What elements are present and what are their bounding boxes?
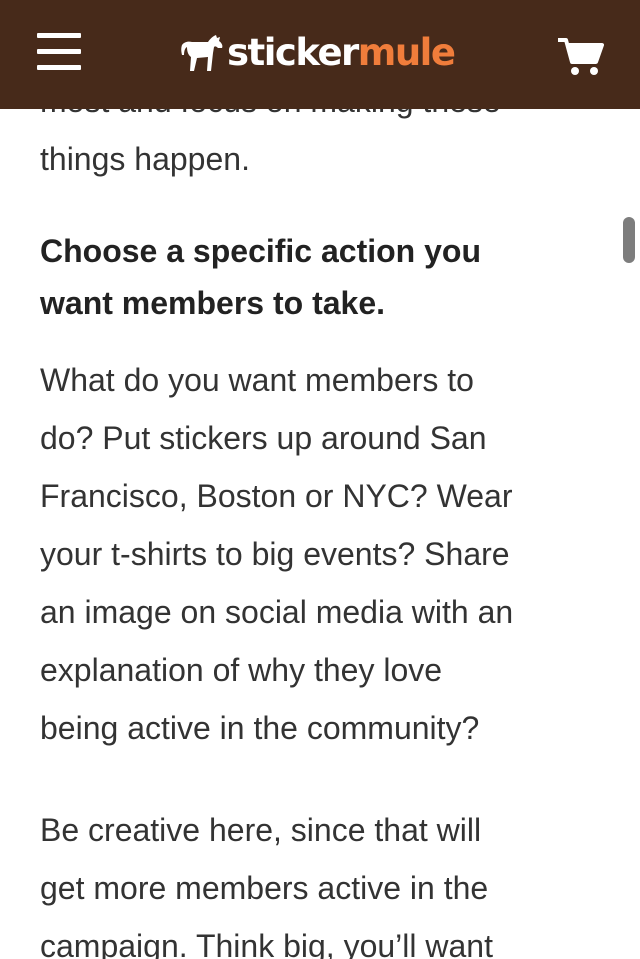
logo-word-mule: mule — [357, 31, 456, 74]
page: most and focus on making these things ha… — [0, 0, 640, 959]
text-line: get more members active in the — [40, 870, 489, 906]
hamburger-menu-icon[interactable] — [37, 33, 81, 73]
text-line: What do you want members to — [40, 362, 474, 398]
site-header: stickermule — [0, 0, 640, 109]
text-line: explanation of why they love — [40, 652, 443, 688]
heading-line: want members to take. — [40, 285, 385, 321]
scrollbar-thumb[interactable] — [623, 217, 635, 263]
logo-wordmark: stickermule — [227, 30, 456, 76]
text-line: campaign. Think big, you’ll want — [40, 928, 493, 959]
text-line: Francisco, Boston or NYC? Wear — [40, 478, 513, 514]
heading-line: Choose a specific action you — [40, 233, 481, 269]
menu-bar — [37, 65, 81, 70]
text-line: Be creative here, since that will — [40, 812, 482, 848]
article-paragraph-action: What do you want members to do? Put stic… — [40, 351, 600, 757]
shopping-cart-icon[interactable] — [558, 37, 604, 77]
text-line: an image on social media with an — [40, 594, 514, 630]
text-line: your t-shirts to big events? Share — [40, 536, 510, 572]
text-line: being active in the community? — [40, 710, 480, 746]
section-heading: Choose a specific action you want member… — [40, 225, 481, 329]
menu-bar — [37, 49, 81, 54]
menu-bar — [37, 33, 81, 38]
cart-icon-graphic — [558, 38, 604, 75]
site-logo[interactable]: stickermule — [180, 30, 456, 76]
mule-logo-icon — [181, 35, 223, 71]
text-line: do? Put stickers up around San — [40, 420, 487, 456]
text-line: things happen. — [40, 141, 250, 177]
logo-word-sticker: sticker — [227, 31, 359, 74]
article-paragraph-creative: Be creative here, since that will get mo… — [40, 801, 600, 959]
